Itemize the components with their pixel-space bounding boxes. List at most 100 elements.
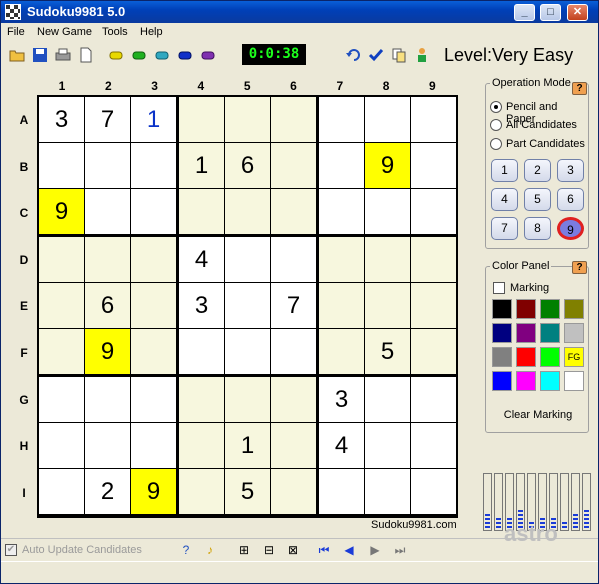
cell-F5[interactable] bbox=[225, 329, 270, 374]
cell-A9[interactable] bbox=[411, 97, 456, 142]
next-icon[interactable]: ▶ bbox=[368, 543, 382, 557]
number-button-4[interactable]: 4 bbox=[491, 188, 518, 211]
cell-D4[interactable]: 4 bbox=[179, 237, 224, 282]
last-icon[interactable]: ⏭ bbox=[393, 543, 407, 557]
cell-B1[interactable] bbox=[39, 143, 84, 188]
color-swatch[interactable] bbox=[492, 299, 512, 319]
cell-E6[interactable]: 7 bbox=[271, 283, 316, 328]
menu-tools[interactable]: Tools bbox=[102, 26, 128, 38]
cell-I3[interactable]: 9 bbox=[131, 469, 176, 514]
cell-A8[interactable] bbox=[365, 97, 410, 142]
cell-C1[interactable]: 9 bbox=[39, 189, 84, 234]
cell-G1[interactable] bbox=[39, 377, 84, 422]
color-panel-help-button[interactable]: ? bbox=[572, 261, 587, 274]
new-page-icon[interactable] bbox=[78, 47, 94, 63]
title-bar[interactable]: Sudoku9981 5.0 _ □ ✕ bbox=[1, 1, 598, 23]
number-button-7[interactable]: 7 bbox=[491, 217, 518, 240]
cell-D5[interactable] bbox=[225, 237, 270, 282]
close-button[interactable]: ✕ bbox=[567, 4, 588, 21]
color-swatch[interactable] bbox=[540, 371, 560, 391]
undo-icon[interactable] bbox=[345, 47, 361, 63]
cell-C5[interactable] bbox=[225, 189, 270, 234]
cell-H4[interactable] bbox=[179, 423, 224, 468]
all-candidates-label[interactable]: All Candidates bbox=[506, 119, 577, 131]
number-button-9[interactable]: 9 bbox=[557, 217, 584, 240]
cell-B8[interactable]: 9 bbox=[365, 143, 410, 188]
cell-F3[interactable] bbox=[131, 329, 176, 374]
cell-G2[interactable] bbox=[85, 377, 130, 422]
cell-E7[interactable] bbox=[319, 283, 364, 328]
cell-B2[interactable] bbox=[85, 143, 130, 188]
cell-H8[interactable] bbox=[365, 423, 410, 468]
print-icon[interactable] bbox=[55, 47, 71, 63]
purple-gem-icon[interactable] bbox=[200, 47, 216, 63]
check-icon[interactable] bbox=[368, 47, 384, 63]
cell-I7[interactable] bbox=[319, 469, 364, 514]
cell-F9[interactable] bbox=[411, 329, 456, 374]
cell-F7[interactable] bbox=[319, 329, 364, 374]
cell-C2[interactable] bbox=[85, 189, 130, 234]
cell-D8[interactable] bbox=[365, 237, 410, 282]
save-icon[interactable] bbox=[32, 47, 48, 63]
minimize-button[interactable]: _ bbox=[514, 4, 535, 21]
cell-B6[interactable] bbox=[271, 143, 316, 188]
radio-all-candidates[interactable] bbox=[490, 119, 502, 131]
cell-E4[interactable]: 3 bbox=[179, 283, 224, 328]
cell-A6[interactable] bbox=[271, 97, 316, 142]
cell-E5[interactable] bbox=[225, 283, 270, 328]
cell-C3[interactable] bbox=[131, 189, 176, 234]
cell-I8[interactable] bbox=[365, 469, 410, 514]
cell-C7[interactable] bbox=[319, 189, 364, 234]
cell-F4[interactable] bbox=[179, 329, 224, 374]
clear-marking-button[interactable]: Clear Marking bbox=[486, 409, 590, 421]
marking-checkbox[interactable] bbox=[493, 282, 505, 294]
number-button-6[interactable]: 6 bbox=[557, 188, 584, 211]
blue-gem-icon[interactable] bbox=[177, 47, 193, 63]
cell-A7[interactable] bbox=[319, 97, 364, 142]
cell-A5[interactable] bbox=[225, 97, 270, 142]
cell-C8[interactable] bbox=[365, 189, 410, 234]
cell-E2[interactable]: 6 bbox=[85, 283, 130, 328]
cell-F8[interactable]: 5 bbox=[365, 329, 410, 374]
tree-icon-2[interactable]: ⊟ bbox=[262, 543, 276, 557]
cell-G9[interactable] bbox=[411, 377, 456, 422]
cell-H2[interactable] bbox=[85, 423, 130, 468]
cell-B7[interactable] bbox=[319, 143, 364, 188]
cell-C4[interactable] bbox=[179, 189, 224, 234]
cell-D7[interactable] bbox=[319, 237, 364, 282]
cell-I5[interactable]: 5 bbox=[225, 469, 270, 514]
cell-B3[interactable] bbox=[131, 143, 176, 188]
cell-E8[interactable] bbox=[365, 283, 410, 328]
cell-G6[interactable] bbox=[271, 377, 316, 422]
cell-E3[interactable] bbox=[131, 283, 176, 328]
color-swatch[interactable] bbox=[564, 371, 584, 391]
cell-I4[interactable] bbox=[179, 469, 224, 514]
number-button-3[interactable]: 3 bbox=[557, 159, 584, 182]
cell-D3[interactable] bbox=[131, 237, 176, 282]
cell-H1[interactable] bbox=[39, 423, 84, 468]
cell-D1[interactable] bbox=[39, 237, 84, 282]
menu-new-game[interactable]: New Game bbox=[37, 26, 92, 38]
color-swatch[interactable]: FG bbox=[564, 347, 584, 367]
open-folder-icon[interactable] bbox=[9, 47, 25, 63]
cell-G4[interactable] bbox=[179, 377, 224, 422]
help-pointer-icon[interactable]: ? bbox=[179, 543, 193, 557]
cell-E9[interactable] bbox=[411, 283, 456, 328]
cell-D2[interactable] bbox=[85, 237, 130, 282]
green-gem-icon[interactable] bbox=[131, 47, 147, 63]
number-button-2[interactable]: 2 bbox=[524, 159, 551, 182]
cell-A3[interactable]: 1 bbox=[131, 97, 176, 142]
copy-icon[interactable] bbox=[391, 47, 407, 63]
color-swatch[interactable] bbox=[564, 299, 584, 319]
number-button-1[interactable]: 1 bbox=[491, 159, 518, 182]
color-swatch[interactable] bbox=[516, 323, 536, 343]
cell-I6[interactable] bbox=[271, 469, 316, 514]
maximize-button[interactable]: □ bbox=[540, 4, 561, 21]
yellow-gem-icon[interactable] bbox=[108, 47, 124, 63]
cell-C6[interactable] bbox=[271, 189, 316, 234]
tree-icon-1[interactable]: ⊞ bbox=[237, 543, 251, 557]
cell-I9[interactable] bbox=[411, 469, 456, 514]
cell-I2[interactable]: 2 bbox=[85, 469, 130, 514]
hint-person-icon[interactable] bbox=[414, 47, 430, 63]
color-swatch[interactable] bbox=[540, 299, 560, 319]
